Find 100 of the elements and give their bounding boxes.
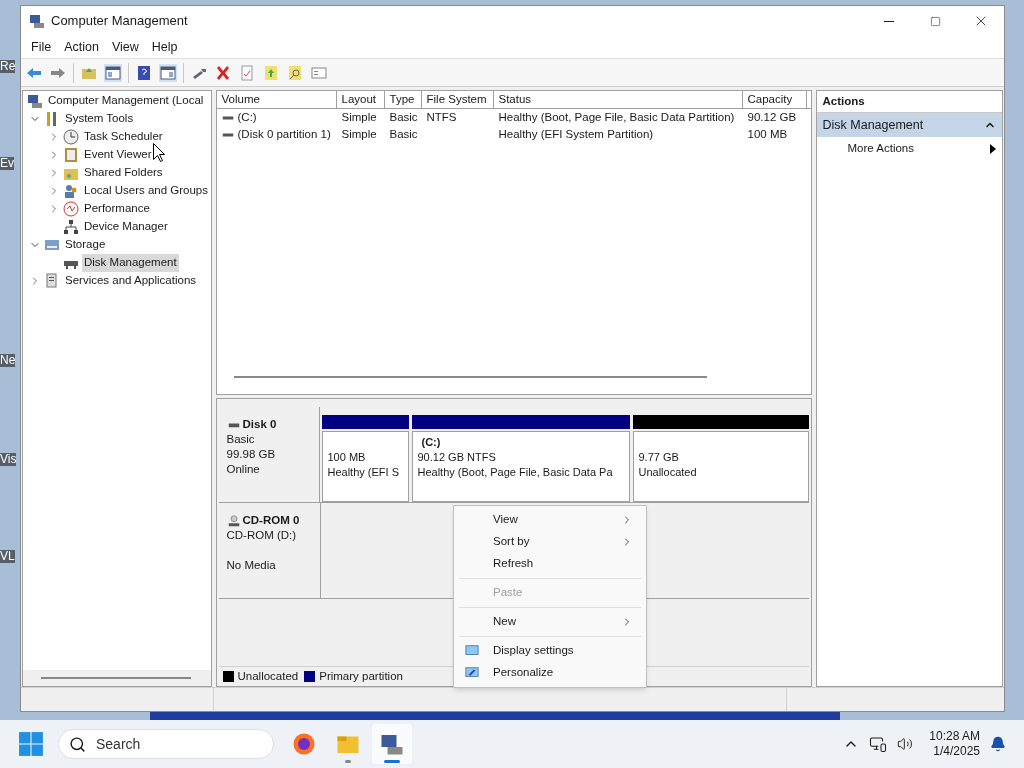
table-cell-text: Healthy (Boot, Page File, Basic Data Partition) [498, 110, 735, 125]
partition-box[interactable]: (C:) 90.12 GB NTFS Healthy (Boot, Page File, Basic Data Pa [411, 430, 630, 502]
column-header[interactable]: Volume [216, 91, 337, 109]
pane-button[interactable] [104, 63, 122, 82]
tree-item[interactable]: Computer Management (Local [46, 92, 206, 110]
desktop-icon-label[interactable]: VL [0, 550, 15, 563]
partition-box[interactable]: 9.77 GB Unallocated [632, 430, 809, 502]
partition-detail: 9.77 GB [638, 449, 679, 465]
table-cell-text: Healthy (EFI System Partition) [498, 127, 654, 142]
menu-item[interactable]: View [105, 37, 145, 57]
table-cell-text: NTFS [426, 110, 457, 125]
tree-item[interactable]: Services and Applications [63, 272, 199, 290]
column-header[interactable]: File System [421, 91, 494, 109]
monitor-icon [463, 644, 481, 658]
column-header[interactable]: Capacity [742, 91, 807, 109]
folder-search-button[interactable] [286, 63, 304, 82]
partition-detail: 90.12 GB NTFS [417, 449, 496, 465]
menu-item[interactable]: Action [58, 37, 105, 57]
disk-detail: 99.98 GB [226, 447, 276, 462]
desktop-icon-label[interactable]: Ne [0, 354, 16, 367]
context-menu-item[interactable]: Personalize [457, 662, 643, 684]
notification-bell-icon[interactable] [990, 736, 1006, 752]
table-cell-text: Basic [389, 127, 418, 142]
context-menu-item[interactable]: Refresh [457, 553, 643, 575]
minimize-icon [884, 20, 894, 22]
tree-item[interactable]: Task Scheduler [82, 128, 165, 146]
menu-item[interactable]: File [25, 37, 58, 57]
checklist-icon [239, 64, 255, 81]
monitor-icon [463, 666, 481, 680]
disk-status: No Media [226, 558, 276, 573]
volume-icon[interactable] [897, 736, 914, 752]
clock-date[interactable]: 1/4/2025 [933, 744, 980, 759]
services-icon [44, 273, 60, 289]
partition-label: (C:) [420, 435, 441, 448]
help-button[interactable] [135, 63, 153, 82]
table-cell-text: Simple [341, 127, 377, 142]
partition-detail: Healthy (Boot, Page File, Basic Data Pa [417, 464, 613, 480]
computer-icon [27, 93, 43, 109]
pane-icon [105, 64, 121, 81]
disc-drive-icon [226, 514, 241, 527]
search-field[interactable]: Search [96, 733, 246, 755]
computer-management-icon [380, 732, 404, 756]
desktop-icon-label[interactable]: Re [0, 60, 16, 73]
tree-item[interactable]: Shared Folders [82, 164, 165, 182]
delete-icon [215, 64, 231, 81]
taskbar-app-button[interactable] [372, 724, 412, 764]
pane-button[interactable] [159, 63, 177, 82]
folder-arrow-button[interactable] [262, 63, 280, 82]
table-cell-text: (C:) [237, 110, 257, 125]
properties-icon [311, 64, 327, 81]
disk-detail: CD-ROM (D:) [226, 528, 297, 543]
clock-icon [63, 129, 79, 145]
table-cell-text: (Disk 0 partition 1) [237, 127, 331, 142]
menu-item[interactable]: Help [145, 37, 184, 57]
tree-item[interactable]: Storage [63, 236, 108, 254]
tree-item[interactable]: System Tools [63, 110, 136, 128]
legend-label: Primary partition [319, 668, 403, 684]
browser-icon [292, 732, 316, 756]
context-menu-item[interactable]: View [457, 509, 643, 531]
context-menu-item[interactable]: Display settings [457, 640, 643, 662]
network-icon[interactable] [869, 735, 888, 753]
partition-detail: 100 MB [327, 449, 366, 465]
gauge-icon [63, 201, 79, 217]
clock-time[interactable]: 10:28 AM [929, 729, 980, 744]
search-box[interactable]: Search [58, 729, 274, 759]
pane-icon [160, 64, 176, 81]
disk-detail: Basic [226, 432, 255, 447]
start-button[interactable] [18, 731, 44, 757]
column-header[interactable]: Status [493, 91, 743, 109]
device-tree-icon [63, 219, 79, 235]
context-menu-item[interactable]: Sort by [457, 531, 643, 553]
search-icon [69, 735, 86, 753]
partition-box[interactable]: 100 MB Healthy (EFI S [321, 430, 409, 502]
action-link[interactable]: More Actions [816, 137, 1002, 161]
storage-icon [44, 237, 60, 253]
help-icon [136, 64, 152, 81]
users-icon [63, 183, 79, 199]
column-header[interactable]: Layout [336, 91, 385, 109]
partition-detail: Healthy (EFI S [327, 464, 400, 480]
disk-name: CD-ROM 0 [242, 513, 300, 528]
mouse-pointer-icon [153, 143, 165, 162]
tree-item[interactable]: Event Viewer [82, 146, 154, 164]
column-header[interactable]: Type [384, 91, 422, 109]
actions-section-header[interactable]: Disk Management [816, 113, 1002, 137]
delete-button[interactable] [214, 63, 232, 82]
partition-detail: Unallocated [638, 464, 697, 480]
computer-management-icon [29, 13, 45, 29]
desktop-icon-label[interactable]: Ev [0, 157, 14, 170]
tree-item[interactable]: Performance [82, 200, 152, 218]
table-cell-text: Basic [389, 110, 418, 125]
disk-status: Online [226, 462, 260, 477]
maximize-icon [929, 15, 941, 27]
tree-item[interactable]: Device Manager [82, 218, 170, 236]
window-title: Computer Management [51, 12, 188, 31]
disk-name: Disk 0 [242, 417, 277, 432]
tree-item[interactable]: Disk Management [82, 254, 179, 272]
context-menu-item[interactable]: New [457, 611, 643, 633]
tree-item[interactable]: Local Users and Groups [82, 182, 210, 200]
desktop-icon-label[interactable]: Vis [0, 453, 17, 466]
checklist-button[interactable] [238, 63, 256, 82]
